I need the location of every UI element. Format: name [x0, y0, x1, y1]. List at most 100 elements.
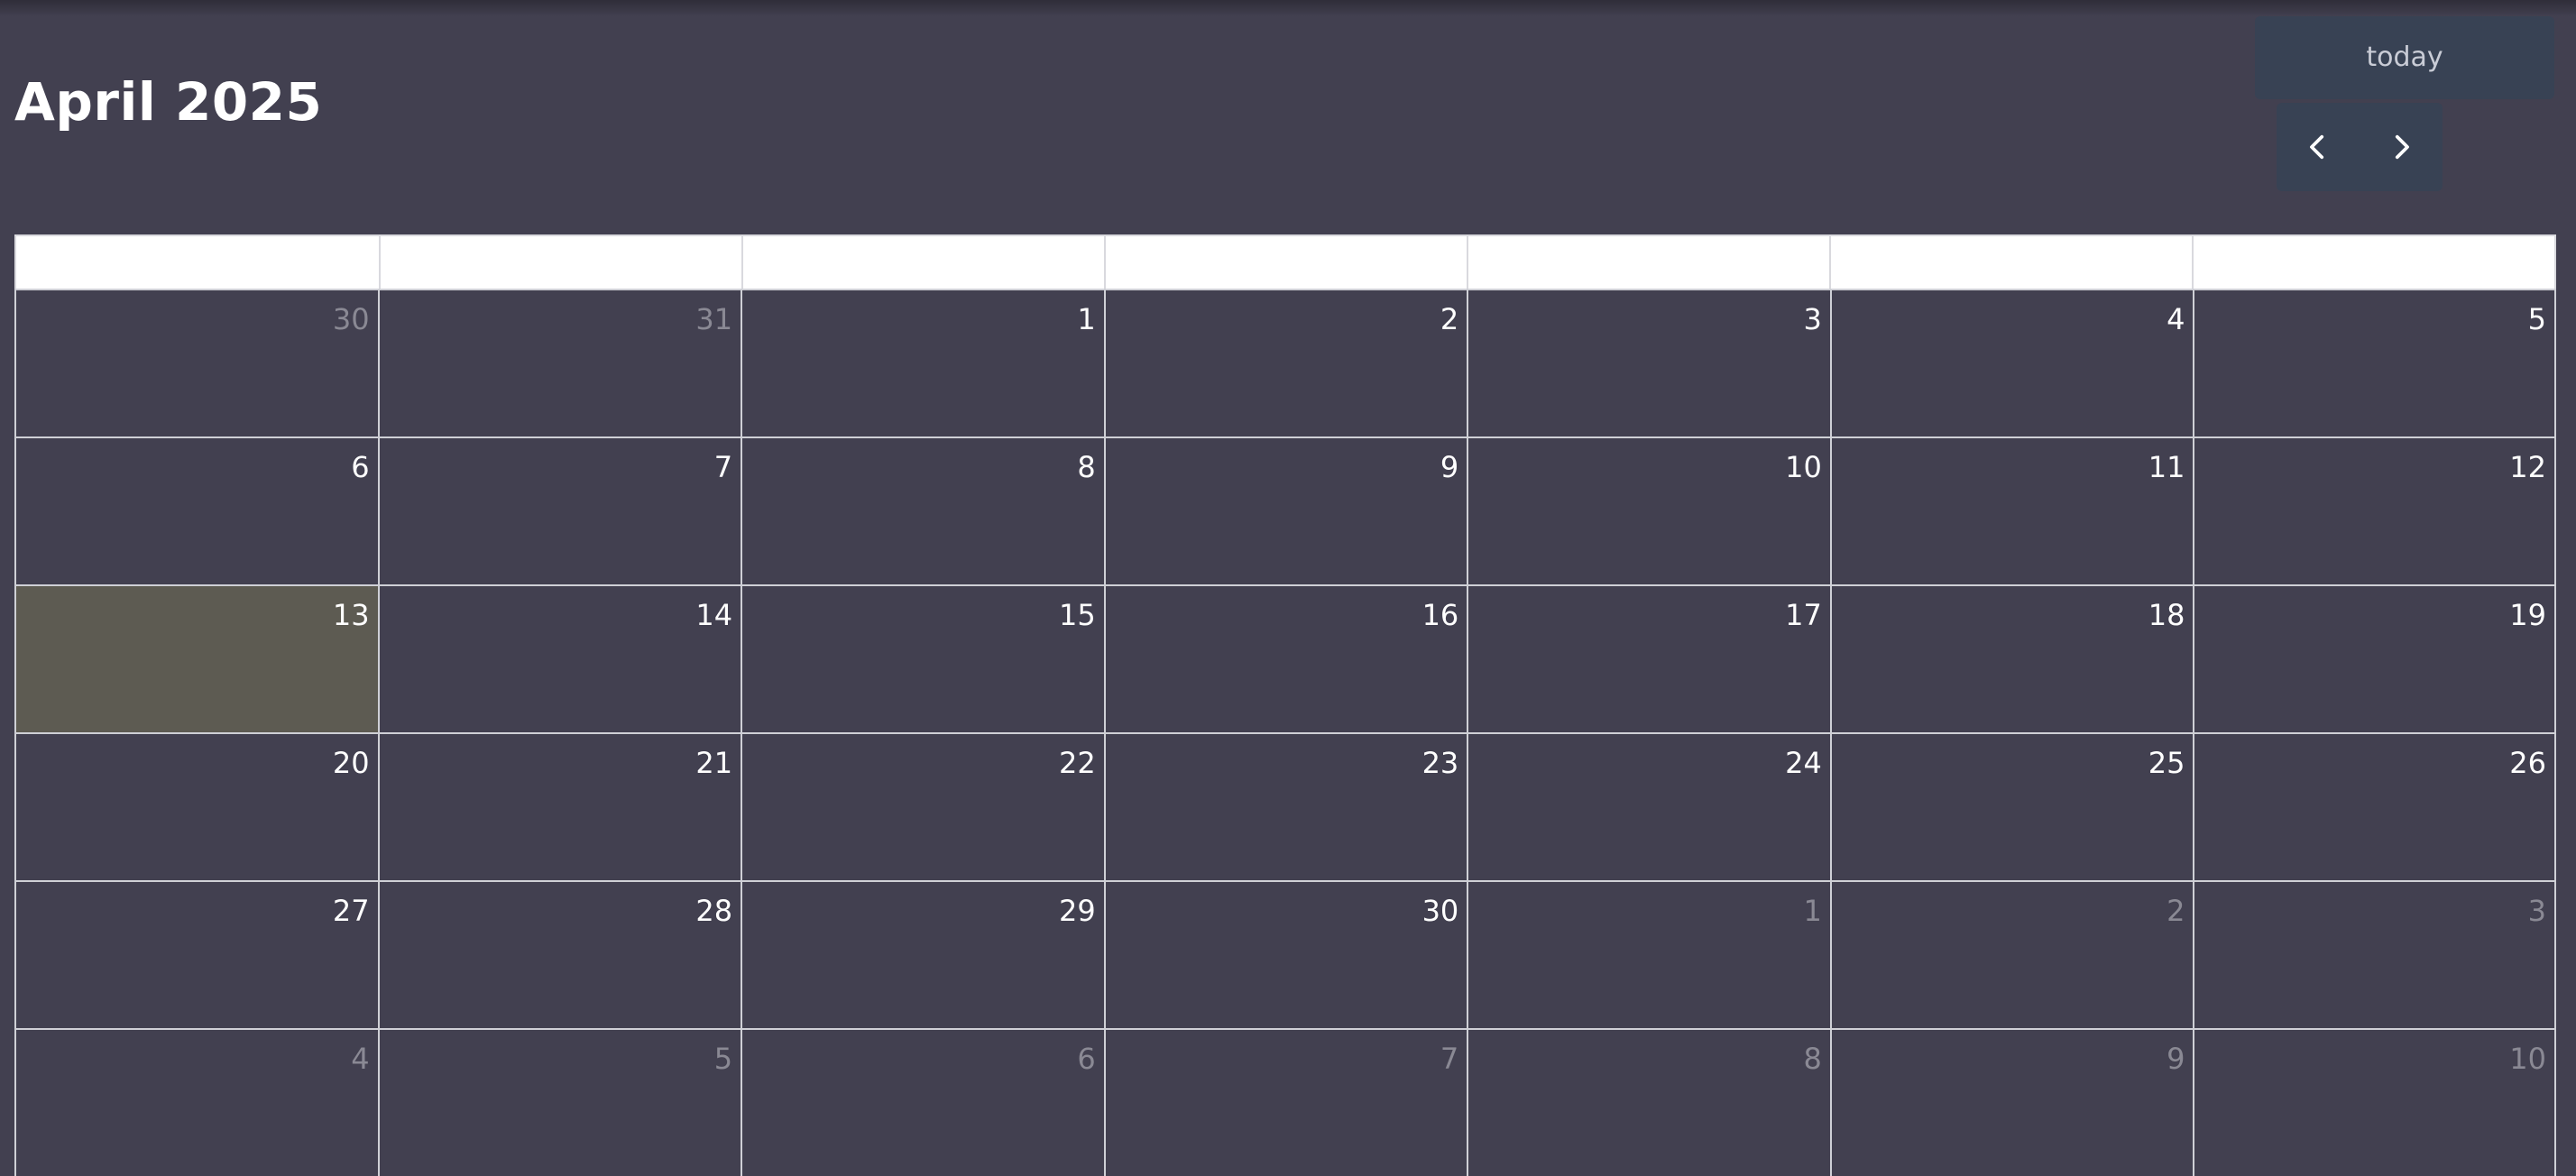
month-grid: 30 31 1 2 3 4 5 6 7 8 9 10 11 12 13 14 15 16 17 18 19 20 21 22 2…: [14, 234, 2556, 1176]
day-number[interactable]: 18: [2148, 597, 2185, 633]
day-number[interactable]: 7: [1440, 1041, 1458, 1077]
day-cell[interactable]: 17: [1467, 584, 1830, 732]
day-number[interactable]: 9: [2167, 1041, 2185, 1077]
day-number[interactable]: 30: [333, 301, 370, 337]
day-number[interactable]: 31: [695, 301, 732, 337]
day-cell[interactable]: 15: [741, 584, 1104, 732]
day-number[interactable]: 28: [695, 893, 732, 929]
day-cell[interactable]: 2: [1829, 880, 2194, 1028]
day-cell[interactable]: 3: [1467, 289, 1830, 436]
day-cell[interactable]: 10: [1467, 436, 1830, 584]
day-cell[interactable]: 9: [1103, 436, 1467, 584]
day-cell[interactable]: 9: [1829, 1028, 2194, 1176]
day-cell[interactable]: 4: [14, 1028, 378, 1176]
day-cell[interactable]: 4: [1829, 289, 2194, 436]
day-cell[interactable]: 19: [2193, 584, 2556, 732]
weekday-header: [1104, 236, 1467, 289]
day-cell[interactable]: 8: [1467, 1028, 1830, 1176]
day-cell[interactable]: 28: [377, 880, 741, 1028]
weekday-header: [16, 236, 379, 289]
day-number[interactable]: 27: [333, 893, 370, 929]
day-number[interactable]: 7: [714, 449, 732, 485]
week-row: 30 31 1 2 3 4 5: [14, 289, 2556, 436]
weekday-header-row: [14, 234, 2556, 289]
day-cell[interactable]: 24: [1467, 732, 1830, 880]
day-number[interactable]: 3: [1803, 301, 1821, 337]
day-number[interactable]: 14: [695, 597, 732, 633]
prev-month-button[interactable]: [2277, 103, 2360, 191]
day-cell[interactable]: 31: [377, 289, 741, 436]
day-number[interactable]: 5: [714, 1041, 732, 1077]
day-cell[interactable]: 1: [741, 289, 1104, 436]
day-number[interactable]: 29: [1059, 893, 1096, 929]
day-cell[interactable]: 21: [377, 732, 741, 880]
week-row: 4 5 6 7 8 9 10: [14, 1028, 2556, 1176]
day-cell[interactable]: 20: [14, 732, 378, 880]
day-number[interactable]: 15: [1059, 597, 1096, 633]
day-cell[interactable]: 7: [377, 436, 741, 584]
day-number[interactable]: 21: [695, 745, 732, 781]
day-cell[interactable]: 11: [1829, 436, 2194, 584]
day-cell[interactable]: 30: [1103, 880, 1467, 1028]
day-cell[interactable]: 6: [741, 1028, 1104, 1176]
day-number[interactable]: 4: [351, 1041, 369, 1077]
day-cell[interactable]: 30: [14, 289, 378, 436]
day-cell[interactable]: 27: [14, 880, 378, 1028]
day-cell[interactable]: 8: [741, 436, 1104, 584]
day-number[interactable]: 4: [2167, 301, 2185, 337]
day-number[interactable]: 17: [1785, 597, 1822, 633]
day-cell[interactable]: 23: [1103, 732, 1467, 880]
day-cell[interactable]: 14: [377, 584, 741, 732]
day-number[interactable]: 26: [2509, 745, 2546, 781]
today-button[interactable]: today: [2255, 16, 2554, 99]
day-number[interactable]: 2: [2167, 893, 2185, 929]
day-number[interactable]: 6: [1077, 1041, 1095, 1077]
day-number[interactable]: 12: [2509, 449, 2546, 485]
day-number[interactable]: 25: [2148, 745, 2185, 781]
day-number[interactable]: 10: [1785, 449, 1822, 485]
next-month-button[interactable]: [2360, 103, 2443, 191]
day-cell[interactable]: 7: [1103, 1028, 1467, 1176]
day-number[interactable]: 24: [1785, 745, 1822, 781]
day-number[interactable]: 30: [1422, 893, 1459, 929]
day-number[interactable]: 11: [2148, 449, 2185, 485]
day-number[interactable]: 3: [2528, 893, 2546, 929]
day-cell[interactable]: 22: [741, 732, 1104, 880]
weeks-container: 30 31 1 2 3 4 5 6 7 8 9 10 11 12 13 14 15 16 17 18 19 20 21 22 2…: [14, 289, 2556, 1176]
day-number[interactable]: 6: [351, 449, 369, 485]
day-number[interactable]: 13: [333, 597, 370, 633]
day-number[interactable]: 10: [2509, 1041, 2546, 1077]
day-number[interactable]: 22: [1059, 745, 1096, 781]
week-row: 20 21 22 23 24 25 26: [14, 732, 2556, 880]
day-cell[interactable]: 3: [2193, 880, 2556, 1028]
day-cell[interactable]: 10: [2193, 1028, 2556, 1176]
day-number[interactable]: 8: [1077, 449, 1095, 485]
day-number[interactable]: 16: [1422, 597, 1459, 633]
day-number[interactable]: 20: [333, 745, 370, 781]
day-cell-today[interactable]: 13: [14, 584, 378, 732]
day-cell[interactable]: 26: [2193, 732, 2556, 880]
day-cell[interactable]: 6: [14, 436, 378, 584]
day-cell[interactable]: 12: [2193, 436, 2556, 584]
day-number[interactable]: 2: [1440, 301, 1458, 337]
day-number[interactable]: 8: [1803, 1041, 1821, 1077]
chevron-left-icon: [2310, 134, 2324, 160]
day-number[interactable]: 5: [2528, 301, 2546, 337]
day-cell[interactable]: 1: [1467, 880, 1830, 1028]
day-cell[interactable]: 2: [1103, 289, 1467, 436]
day-number[interactable]: 1: [1077, 301, 1095, 337]
day-cell[interactable]: 5: [2193, 289, 2556, 436]
prev-next-nav: [2277, 103, 2443, 191]
day-cell[interactable]: 29: [741, 880, 1104, 1028]
day-number[interactable]: 9: [1440, 449, 1458, 485]
day-cell[interactable]: 5: [377, 1028, 741, 1176]
day-cell[interactable]: 18: [1829, 584, 2194, 732]
week-row: 13 14 15 16 17 18 19: [14, 584, 2556, 732]
day-cell[interactable]: 25: [1829, 732, 2194, 880]
day-cell[interactable]: 16: [1103, 584, 1467, 732]
weekday-header: [2192, 236, 2554, 289]
week-row: 6 7 8 9 10 11 12: [14, 436, 2556, 584]
day-number[interactable]: 1: [1803, 893, 1821, 929]
day-number[interactable]: 23: [1422, 745, 1459, 781]
day-number[interactable]: 19: [2509, 597, 2546, 633]
